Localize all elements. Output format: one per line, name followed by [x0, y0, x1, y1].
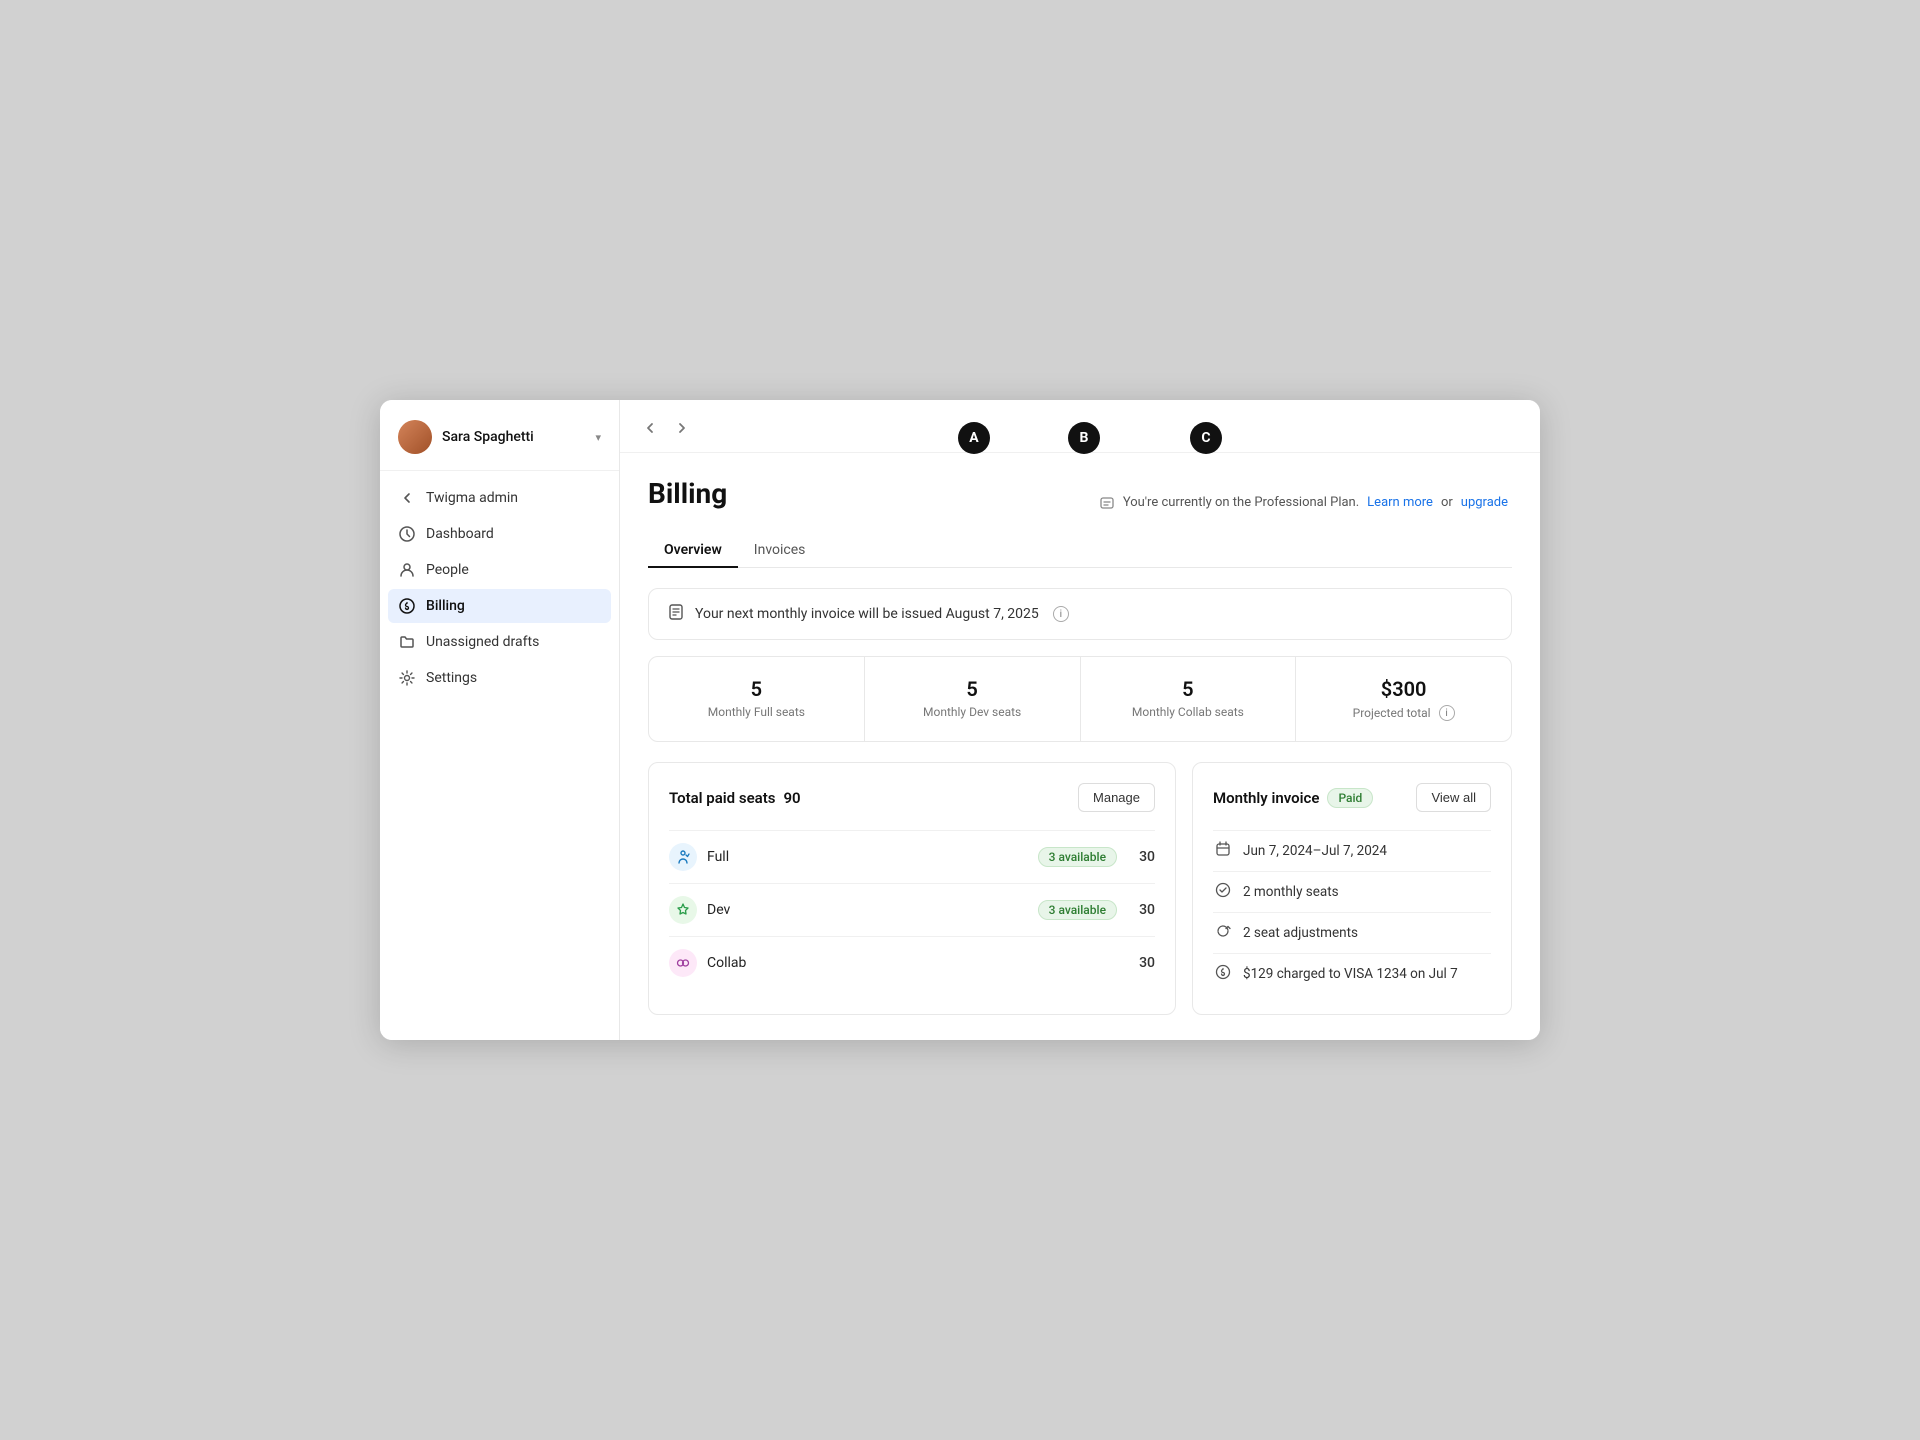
monthly-invoice-header: Monthly invoice Paid View all	[1213, 783, 1491, 812]
plan-notice: You're currently on the Professional Pla…	[1095, 495, 1512, 511]
invoice-charged: $129 charged to VISA 1234 on Jul 7	[1213, 953, 1491, 994]
sidebar-item-twigma-admin-label: Twigma admin	[426, 490, 518, 506]
invoice-seat-adjustments: 2 seat adjustments	[1213, 912, 1491, 953]
invoice-monthly-seats-text: 2 monthly seats	[1243, 884, 1339, 900]
navigation-arrows	[636, 414, 696, 442]
billing-icon	[398, 597, 416, 615]
learn-more-link[interactable]: Learn more	[1367, 495, 1433, 510]
stat-collab-seats-value: 5	[1097, 677, 1280, 701]
tab-invoices[interactable]: Invoices	[738, 534, 822, 568]
user-chevron-icon: ▾	[595, 431, 601, 444]
two-col-section: Total paid seats 90 Manage	[648, 762, 1512, 1015]
dev-seat-name: Dev	[707, 902, 1038, 918]
sidebar-item-settings-label: Settings	[426, 670, 477, 686]
check-circle-icon	[1213, 882, 1233, 902]
invoice-date-range-text: Jun 7, 2024–Jul 7, 2024	[1243, 843, 1387, 859]
folder-icon	[398, 633, 416, 651]
full-seat-count: 30	[1127, 849, 1155, 865]
upgrade-link[interactable]: upgrade	[1461, 495, 1508, 510]
stat-projected-total-label: Projected total i	[1312, 705, 1495, 721]
invoice-notice-banner: Your next monthly invoice will be issued…	[648, 588, 1512, 640]
collab-seat-name: Collab	[707, 955, 1127, 971]
dashboard-icon	[398, 525, 416, 543]
annotation-a: A	[958, 422, 990, 454]
tab-overview[interactable]: Overview	[648, 534, 738, 568]
invoice-notice-icon	[667, 603, 685, 625]
full-seat-icon	[669, 843, 697, 871]
plan-notice-text: You're currently on the Professional Pla…	[1123, 495, 1359, 510]
monthly-invoice-title: Monthly invoice Paid	[1213, 788, 1373, 808]
stat-dev-seats-value: 5	[881, 677, 1064, 701]
invoice-monthly-seats: 2 monthly seats	[1213, 871, 1491, 912]
main-content: A B C Billing You're currently on the Pr…	[620, 453, 1540, 1040]
stat-full-seats-label: Monthly Full seats	[665, 705, 848, 719]
sidebar-nav: Twigma admin Dashboard	[380, 471, 619, 705]
plan-icon	[1099, 495, 1115, 511]
stat-projected-total-value: $300	[1312, 677, 1495, 701]
sidebar-item-unassigned-drafts[interactable]: Unassigned drafts	[388, 625, 611, 659]
monthly-invoice-card: Monthly invoice Paid View all	[1192, 762, 1512, 1015]
avatar	[398, 420, 432, 454]
dollar-circle-icon	[1213, 964, 1233, 984]
sidebar-item-settings[interactable]: Settings	[388, 661, 611, 695]
billing-tabs: Overview Invoices	[648, 534, 1512, 568]
stat-full-seats-value: 5	[665, 677, 848, 701]
page-title: Billing	[648, 477, 727, 510]
stats-row: 5 Monthly Full seats 5 Monthly Dev seats…	[648, 656, 1512, 742]
app-window: Sara Spaghetti ▾ Twigma admin	[380, 400, 1540, 1040]
main-content-area: A B C Billing You're currently on the Pr…	[620, 400, 1540, 1040]
view-all-button[interactable]: View all	[1416, 783, 1491, 812]
invoice-charged-text: $129 charged to VISA 1234 on Jul 7	[1243, 966, 1458, 982]
collab-seat-count: 30	[1127, 955, 1155, 971]
stat-full-seats: 5 Monthly Full seats	[649, 657, 865, 741]
stat-dev-seats-label: Monthly Dev seats	[881, 705, 1064, 719]
paid-seats-header: Total paid seats 90 Manage	[669, 783, 1155, 812]
calendar-icon	[1213, 841, 1233, 861]
total-seats-count: 90	[783, 789, 800, 807]
projected-info-icon[interactable]: i	[1439, 705, 1455, 721]
seat-row-full: Full 3 available 30	[669, 830, 1155, 883]
full-available-badge: 3 available	[1038, 847, 1117, 867]
seat-row-dev: Dev 3 available 30	[669, 883, 1155, 936]
sidebar-item-unassigned-drafts-label: Unassigned drafts	[426, 634, 539, 650]
invoice-seat-adjustments-text: 2 seat adjustments	[1243, 925, 1358, 941]
dev-available-badge: 3 available	[1038, 900, 1117, 920]
user-menu[interactable]: Sara Spaghetti ▾	[380, 400, 619, 471]
stat-collab-seats: 5 Monthly Collab seats	[1081, 657, 1297, 741]
invoice-notice-text: Your next monthly invoice will be issued…	[695, 606, 1039, 622]
people-icon	[398, 561, 416, 579]
forward-nav-button[interactable]	[668, 414, 696, 442]
seat-row-collab: Collab 30	[669, 936, 1155, 989]
annotation-c: C	[1190, 422, 1222, 454]
sidebar: Sara Spaghetti ▾ Twigma admin	[380, 400, 620, 1040]
settings-icon	[398, 669, 416, 687]
back-arrow-icon	[398, 489, 416, 507]
back-nav-button[interactable]	[636, 414, 664, 442]
dev-seat-count: 30	[1127, 902, 1155, 918]
sidebar-item-billing-label: Billing	[426, 598, 465, 614]
refresh-icon	[1213, 923, 1233, 943]
paid-seats-card: Total paid seats 90 Manage	[648, 762, 1176, 1015]
invoice-date-range: Jun 7, 2024–Jul 7, 2024	[1213, 830, 1491, 871]
sidebar-item-dashboard[interactable]: Dashboard	[388, 517, 611, 551]
dev-seat-icon	[669, 896, 697, 924]
manage-button[interactable]: Manage	[1078, 783, 1155, 812]
full-seat-name: Full	[707, 849, 1038, 865]
page-header-row: Billing You're currently on the Professi…	[648, 477, 1512, 528]
sidebar-item-twigma-admin[interactable]: Twigma admin	[388, 481, 611, 515]
sidebar-item-people-label: People	[426, 562, 469, 578]
paid-badge: Paid	[1327, 788, 1373, 808]
stat-dev-seats: 5 Monthly Dev seats	[865, 657, 1081, 741]
sidebar-item-people[interactable]: People	[388, 553, 611, 587]
sidebar-item-billing[interactable]: Billing	[388, 589, 611, 623]
collab-seat-icon	[669, 949, 697, 977]
stat-collab-seats-label: Monthly Collab seats	[1097, 705, 1280, 719]
username-label: Sara Spaghetti	[442, 429, 534, 445]
invoice-info-icon[interactable]: i	[1053, 606, 1069, 622]
annotation-b: B	[1068, 422, 1100, 454]
stat-projected-total: $300 Projected total i	[1296, 657, 1511, 741]
plan-or-separator: or	[1441, 495, 1453, 510]
paid-seats-title: Total paid seats 90	[669, 789, 801, 807]
sidebar-item-dashboard-label: Dashboard	[426, 526, 494, 542]
